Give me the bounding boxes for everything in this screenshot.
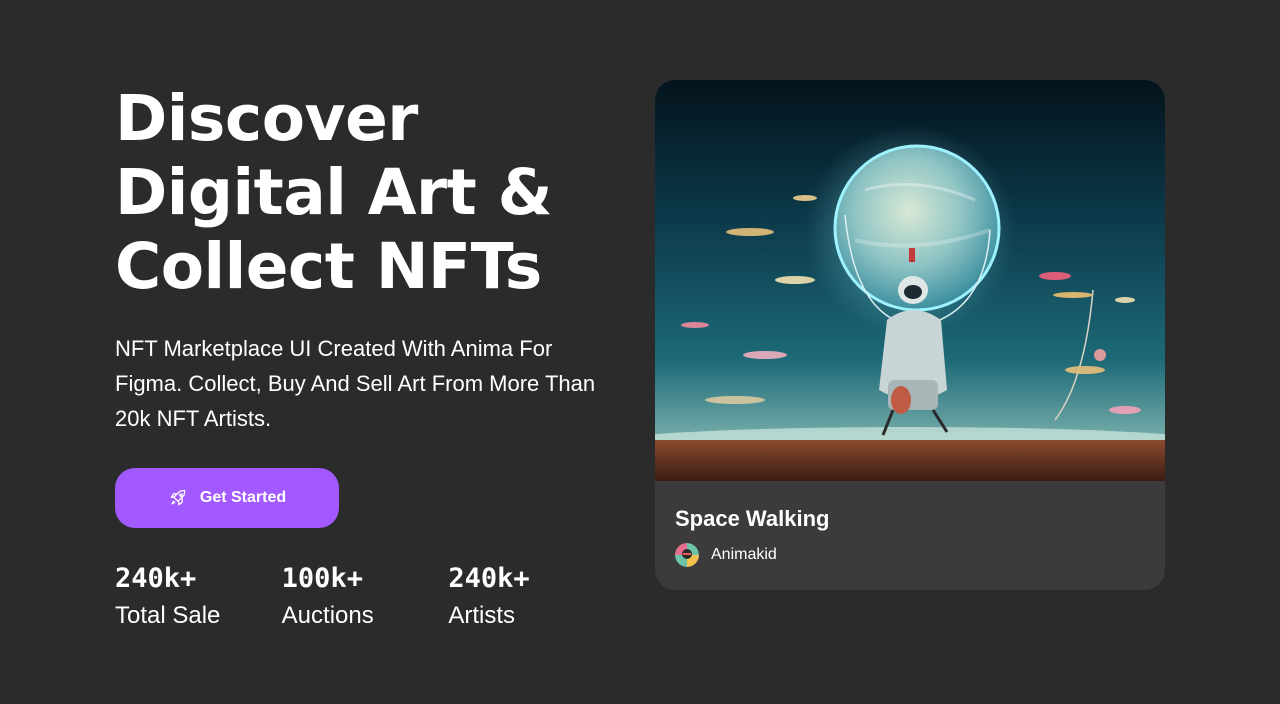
stat-value: 100k+ <box>281 563 363 594</box>
stat-label: Total Sale <box>115 602 221 629</box>
hero-description: NFT Marketplace UI Created With Anima Fo… <box>115 336 596 431</box>
headline-line: Collect NFTs <box>115 230 542 303</box>
hero-section: Discover Digital Art & Collect NFTs NFT … <box>0 0 1280 704</box>
nft-title[interactable]: Space Walking <box>675 505 1145 533</box>
card-info: Space Walking Animakid <box>655 481 1165 567</box>
hero-headline: Discover Digital Art & Collect NFTs <box>115 82 615 304</box>
artist-info[interactable]: Animakid <box>675 543 1145 567</box>
get-started-button[interactable]: Get Started <box>115 468 339 528</box>
stat-auctions: 100k+ Auctions <box>282 562 449 634</box>
stat-total-sale: 240k+ Total Sale <box>115 562 282 634</box>
get-started-label: Get Started <box>199 489 287 506</box>
featured-nft-card[interactable]: Space Walking Animakid <box>655 80 1165 590</box>
stat-label: Artists <box>448 602 516 629</box>
nft-artwork-image[interactable] <box>655 80 1165 481</box>
avatar <box>675 543 699 567</box>
artist-name: Animakid <box>711 546 777 563</box>
hero-content: Discover Digital Art & Collect NFTs NFT … <box>115 82 615 634</box>
stat-artists: 240k+ Artists <box>448 562 615 634</box>
headline-line: Discover <box>115 82 418 155</box>
stat-value: 240k+ <box>115 563 197 594</box>
stats-row: 240k+ Total Sale 100k+ Auctions 240k+ Ar… <box>115 562 615 634</box>
rocket-icon <box>170 489 186 506</box>
headline-line: Digital Art & <box>115 156 553 229</box>
stat-label: Auctions <box>281 602 374 629</box>
stat-value: 240k+ <box>448 563 530 594</box>
